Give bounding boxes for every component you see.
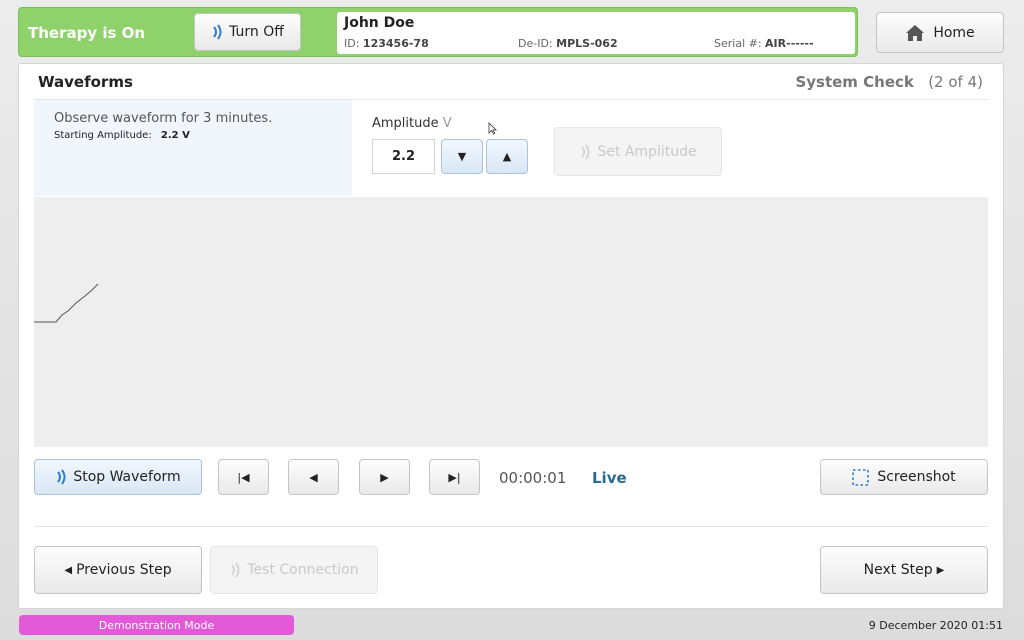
therapy-status-bar: Therapy is On Turn Off John Doe ID: 1234…	[18, 7, 858, 57]
patient-info: John Doe ID: 123456-78 De-ID: MPLS-062 S…	[337, 12, 855, 54]
home-label: Home	[933, 24, 975, 41]
starting-amplitude-value: 2.2 V	[160, 130, 190, 141]
skip-to-start-button[interactable]: |◀	[218, 459, 269, 495]
amplitude-label: Amplitude V	[372, 116, 452, 131]
waveform-trace	[34, 283, 99, 323]
controls-divider	[34, 526, 988, 527]
patient-id: ID: 123456-78	[344, 37, 429, 50]
patient-name: John Doe	[344, 15, 415, 31]
waveforms-panel: Waveforms System Check (2 of 4) Observe …	[18, 63, 1004, 609]
step-label: System Check	[795, 73, 914, 91]
screenshot-icon	[852, 468, 870, 486]
skip-start-icon: |◀	[237, 470, 250, 484]
waveform-display	[34, 197, 988, 447]
instruction-text: Observe waveform for 3 minutes.	[54, 111, 273, 126]
patient-deid-value: MPLS-062	[556, 37, 618, 50]
signal-wave-icon	[213, 24, 222, 40]
patient-id-value: 123456-78	[362, 37, 429, 50]
signal-wave-icon	[231, 562, 240, 578]
patient-serial: Serial #: AIR------	[714, 37, 814, 50]
set-amplitude-label: Set Amplitude	[597, 143, 697, 160]
step-count: (2 of 4)	[928, 73, 983, 91]
triangle-down-icon: ▼	[457, 150, 467, 163]
turn-off-button[interactable]: Turn Off	[194, 13, 301, 51]
home-icon	[906, 24, 925, 41]
skip-end-icon: ▶|	[448, 470, 461, 484]
previous-step-label: Previous Step	[76, 562, 172, 578]
signal-wave-icon	[57, 469, 66, 485]
datetime-display: 9 December 2020 01:51	[868, 619, 1003, 632]
triangle-up-icon: ▲	[502, 150, 512, 163]
screenshot-button[interactable]: Screenshot	[820, 459, 988, 495]
starting-amplitude-label: Starting Amplitude:	[54, 130, 152, 141]
signal-wave-icon	[581, 143, 590, 160]
triangle-right-icon: ▶	[936, 564, 945, 576]
panel-title: Waveforms	[38, 73, 133, 91]
amplitude-label-text: Amplitude	[372, 116, 439, 131]
set-amplitude-button[interactable]: Set Amplitude	[554, 127, 722, 176]
stop-waveform-button[interactable]: Stop Waveform	[34, 459, 202, 495]
amplitude-increase-button[interactable]: ▲	[486, 139, 528, 174]
therapy-status-label: Therapy is On	[28, 24, 146, 42]
next-step-button[interactable]: Next Step ▶	[820, 546, 988, 594]
amplitude-unit: V	[442, 116, 452, 131]
demonstration-mode-badge: Demonstration Mode	[19, 615, 294, 635]
waveform-timer: 00:00:01	[499, 469, 567, 487]
patient-deid: De-ID: MPLS-062	[518, 37, 618, 50]
stop-waveform-label: Stop Waveform	[73, 469, 181, 485]
test-connection-label: Test Connection	[247, 562, 359, 578]
amplitude-input[interactable]: 2.2	[372, 139, 435, 174]
patient-serial-value: AIR------	[765, 37, 814, 50]
patient-serial-label: Serial #:	[714, 37, 762, 50]
patient-deid-label: De-ID:	[518, 37, 553, 50]
triangle-right-icon: ▶	[380, 470, 389, 484]
triangle-left-icon: ◀	[309, 470, 318, 484]
screenshot-label: Screenshot	[877, 469, 956, 485]
test-connection-button[interactable]: Test Connection	[210, 546, 378, 594]
patient-id-label: ID:	[344, 37, 360, 50]
instruction-box: Observe waveform for 3 minutes. Starting…	[34, 100, 352, 196]
step-forward-button[interactable]: ▶	[359, 459, 410, 495]
turn-off-label: Turn Off	[229, 24, 284, 40]
step-indicator: System Check (2 of 4)	[795, 73, 983, 91]
mouse-cursor-icon	[488, 122, 497, 135]
skip-to-end-button[interactable]: ▶|	[429, 459, 480, 495]
previous-step-button[interactable]: ◀ Previous Step	[34, 546, 202, 594]
amplitude-decrease-button[interactable]: ▼	[441, 139, 483, 174]
step-back-button[interactable]: ◀	[288, 459, 339, 495]
home-button[interactable]: Home	[876, 12, 1004, 53]
triangle-left-icon: ◀	[64, 564, 73, 576]
starting-amplitude: Starting Amplitude: 2.2 V	[54, 130, 190, 141]
live-indicator: Live	[592, 469, 627, 487]
next-step-label: Next Step	[863, 562, 933, 578]
